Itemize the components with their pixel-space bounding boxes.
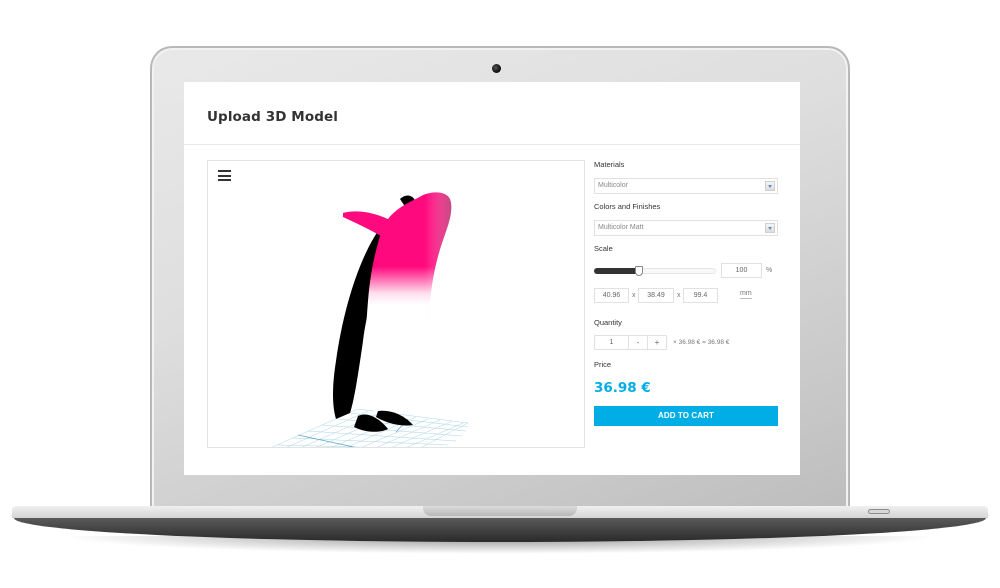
laptop-hinge-notch bbox=[423, 506, 577, 516]
unit-select[interactable]: mm bbox=[740, 289, 752, 299]
dimension-y-input[interactable]: 38.49 bbox=[638, 288, 674, 303]
chevron-down-icon[interactable] bbox=[765, 223, 775, 233]
scale-label: Scale bbox=[594, 244, 613, 253]
slider-fill bbox=[594, 268, 639, 274]
quantity-label: Quantity bbox=[594, 318, 622, 327]
percent-unit: % bbox=[766, 267, 773, 274]
add-to-cart-button[interactable]: ADD TO CART bbox=[594, 406, 778, 426]
quantity-input[interactable]: 1 bbox=[594, 335, 629, 350]
model-viewer[interactable] bbox=[207, 160, 585, 448]
indicator-light bbox=[868, 509, 890, 514]
dimension-separator: x bbox=[632, 292, 636, 299]
colors-finishes-select[interactable]: Multicolor Matt bbox=[594, 220, 778, 236]
model-render[interactable] bbox=[208, 161, 585, 448]
materials-selected-value: Multicolor bbox=[598, 182, 628, 189]
screen: Upload 3D Model Materials Multicolor Col… bbox=[184, 82, 800, 475]
dimension-x-input[interactable]: 40.96 bbox=[594, 288, 629, 303]
page-header: Upload 3D Model bbox=[184, 82, 800, 145]
scale-percent-input[interactable]: 100 bbox=[721, 263, 762, 278]
slider-handle[interactable] bbox=[635, 266, 643, 276]
hamburger-menu-icon[interactable] bbox=[218, 170, 231, 181]
dimension-separator: x bbox=[677, 292, 681, 299]
quantity-increment-button[interactable]: + bbox=[647, 335, 667, 350]
webcam bbox=[492, 64, 501, 73]
colors-finishes-label: Colors and Finishes bbox=[594, 202, 661, 211]
price-value: 36.98 € bbox=[594, 380, 651, 396]
scale-slider[interactable] bbox=[594, 266, 716, 276]
quantity-decrement-button[interactable]: - bbox=[628, 335, 648, 350]
page-title: Upload 3D Model bbox=[207, 109, 338, 125]
price-calculation: × 36.98 € = 36.98 € bbox=[673, 339, 730, 346]
materials-label: Materials bbox=[594, 160, 625, 169]
dimension-z-input[interactable]: 99.4 bbox=[683, 288, 718, 303]
colors-finishes-selected-value: Multicolor Matt bbox=[598, 224, 644, 231]
price-label: Price bbox=[594, 360, 612, 369]
materials-select[interactable]: Multicolor bbox=[594, 178, 778, 194]
chevron-down-icon[interactable] bbox=[765, 181, 775, 191]
